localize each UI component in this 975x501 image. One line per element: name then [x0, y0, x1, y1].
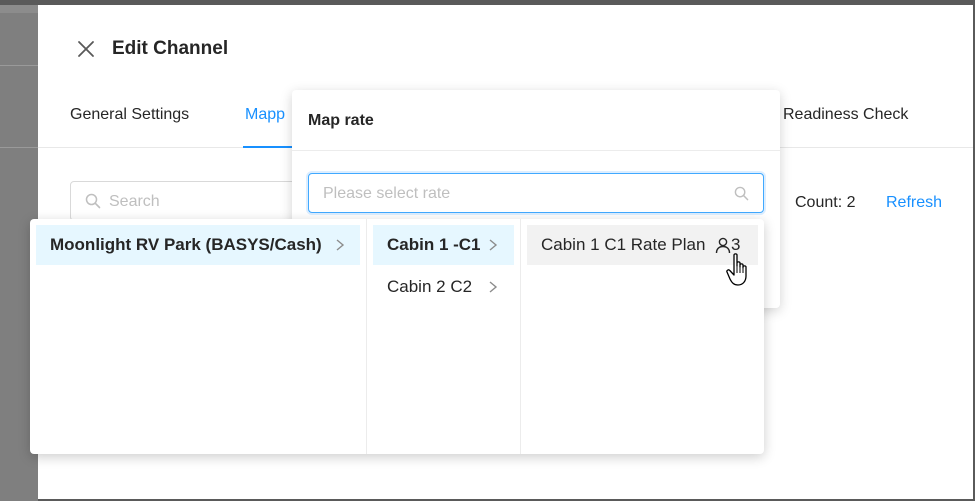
chevron-right-icon: [489, 281, 498, 293]
close-icon[interactable]: [76, 39, 96, 59]
rate-select-placeholder: Please select rate: [323, 185, 451, 202]
search-icon: [85, 193, 101, 209]
refresh-link[interactable]: Refresh: [886, 194, 942, 212]
tab-mapping[interactable]: Mapp: [245, 106, 285, 124]
occupancy-count: 3: [731, 235, 741, 254]
option-label: Cabin 2 C2: [387, 277, 473, 296]
tab-readiness-check[interactable]: Readiness Check: [783, 106, 908, 124]
count-label: Count: 2: [795, 194, 856, 211]
rate-cascader-menu: Moonlight RV Park (BASYS/Cash) Cabin 1 -…: [30, 219, 764, 454]
drawer-header: Edit Channel: [38, 5, 973, 85]
option-label: Cabin 1 -C1: [387, 235, 481, 254]
cascader-option-rate-plan[interactable]: Cabin 1 C1 Rate Plan 3: [527, 225, 758, 265]
active-tab-indicator: [243, 146, 293, 148]
option-label: Cabin 1 C1 Rate Plan: [541, 235, 706, 254]
drawer-title: Edit Channel: [112, 38, 229, 59]
backdrop-divider: [0, 147, 38, 148]
search-icon: [734, 186, 749, 201]
rate-select-input[interactable]: Please select rate: [308, 173, 764, 213]
chevron-right-icon: [489, 239, 498, 251]
tab-general-settings[interactable]: General Settings: [70, 106, 189, 124]
popover-divider: [292, 150, 780, 151]
chevron-right-icon: [336, 239, 345, 251]
cascader-column-unit: Cabin 1 -C1 Cabin 2 C2: [367, 219, 521, 454]
user-icon: [715, 237, 731, 254]
cascader-column-rate-plan: Cabin 1 C1 Rate Plan 3: [521, 219, 764, 454]
backdrop-divider: [0, 65, 38, 66]
cascader-column-property: Moonlight RV Park (BASYS/Cash): [30, 219, 367, 454]
cascader-option-unit[interactable]: Cabin 2 C2: [373, 267, 514, 307]
popover-title: Map rate: [308, 112, 374, 129]
option-label: Moonlight RV Park (BASYS/Cash): [50, 235, 322, 254]
cascader-option-unit[interactable]: Cabin 1 -C1: [373, 225, 514, 265]
search-input[interactable]: Search: [70, 181, 310, 221]
search-placeholder: Search: [109, 193, 160, 210]
cascader-option-property[interactable]: Moonlight RV Park (BASYS/Cash): [36, 225, 360, 265]
